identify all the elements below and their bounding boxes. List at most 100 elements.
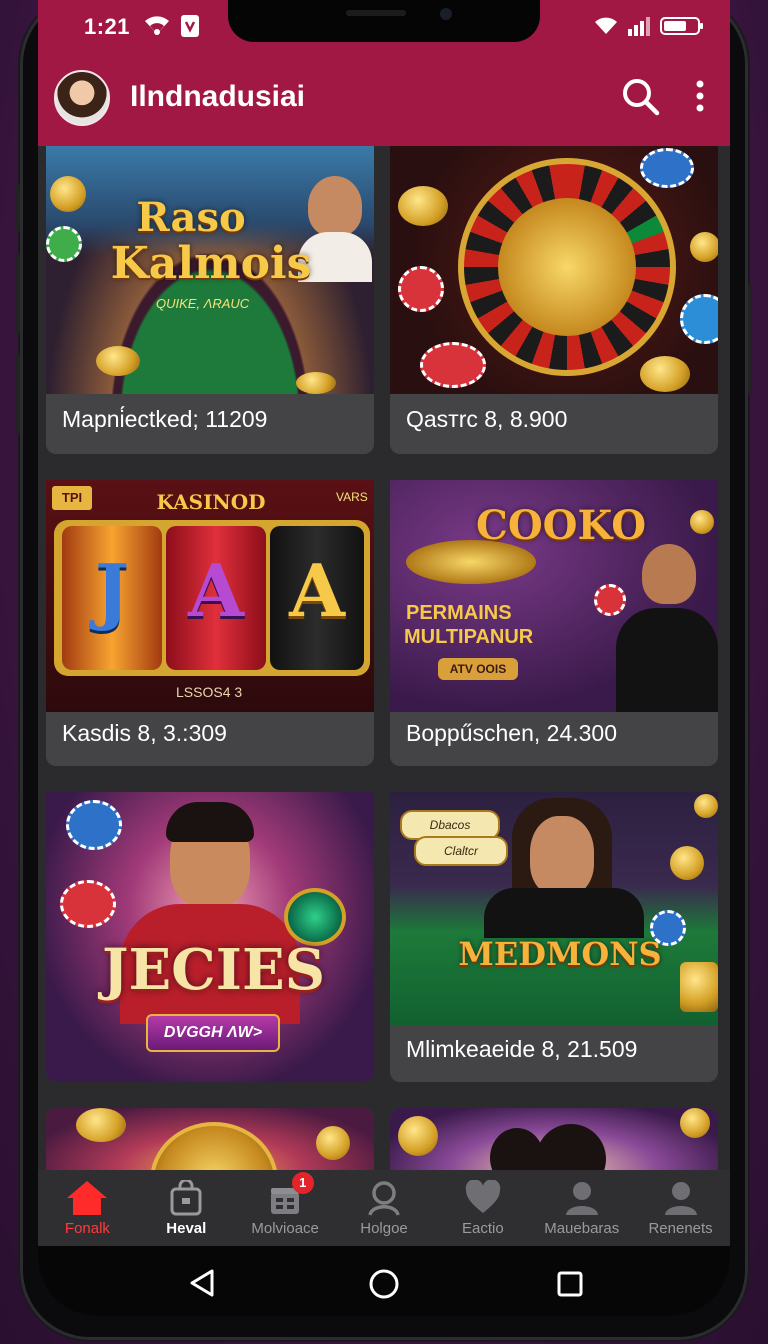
game-thumbnail xyxy=(46,1108,374,1170)
coin-icon xyxy=(76,1108,126,1142)
status-bar: 1:21 xyxy=(38,0,730,58)
chip-icon xyxy=(46,226,82,262)
game-card[interactable] xyxy=(46,1108,374,1170)
camera-notch xyxy=(228,0,540,42)
nav-item-home[interactable]: Fonalk xyxy=(38,1170,137,1246)
wifi-icon xyxy=(145,16,169,35)
chip-icon xyxy=(680,294,718,344)
coin-icon xyxy=(150,1122,278,1170)
nav-item-gift[interactable]: 1 Molvioace xyxy=(236,1170,335,1246)
coin-icon xyxy=(694,794,718,818)
game-caption: Qasтrc 8, 8.900 xyxy=(406,406,568,432)
coin-icon xyxy=(316,1126,350,1160)
nav-label: Renenets xyxy=(648,1220,713,1237)
game-art-title: COOKO xyxy=(476,502,647,549)
coin-icon xyxy=(398,186,448,226)
dealer-figure xyxy=(308,176,362,236)
game-grid: Raso Kalmois QUIKE, ΛRAUC Mapnі́ectked; … xyxy=(38,146,730,1170)
heart-icon xyxy=(465,1180,501,1213)
game-card[interactable]: Qasтrc 8, 8.900 xyxy=(390,146,718,454)
game-caption: Kasdis 8, 3.:309 xyxy=(62,720,227,746)
game-thumbnail: JECIES DVGGH ΛW> xyxy=(46,792,374,1082)
dealer-figure xyxy=(536,1124,606,1170)
home-circle-icon[interactable] xyxy=(368,1268,400,1300)
game-art-ribbon: DVGGH ΛW> xyxy=(146,1014,280,1052)
game-thumbnail: Raso Kalmois QUIKE, ΛRAUC xyxy=(46,146,374,394)
side-button xyxy=(748,284,752,394)
nav-item-bag[interactable]: Heval xyxy=(137,1170,236,1246)
nav-label: Holgoe xyxy=(360,1220,408,1237)
nav-item-search-user[interactable]: Holgoe xyxy=(335,1170,434,1246)
side-button xyxy=(16,254,20,334)
game-thumbnail: Dbacos Claltcr MEDMONS xyxy=(390,792,718,1026)
notification-badge: 1 xyxy=(291,1172,314,1194)
back-icon[interactable] xyxy=(188,1268,216,1298)
game-card[interactable]: JECIES DVGGH ΛW> xyxy=(46,792,374,1082)
bottom-navigation: Fonalk Heval 1 Molvioace Holgoe Eactio M… xyxy=(38,1170,730,1246)
more-vert-icon[interactable] xyxy=(688,78,712,114)
game-caption: Mapnі́ectked; 11209 xyxy=(62,406,268,432)
person-icon xyxy=(565,1182,598,1215)
nav-label: Molvioace xyxy=(251,1220,319,1237)
reel-symbol: A xyxy=(188,548,244,633)
game-art-title: Kalmois xyxy=(110,238,312,289)
game-thumbnail: COOKO PERMAINS MULTIPANUR ATV OOIS xyxy=(390,480,718,712)
nav-item-favorites[interactable]: Eactio xyxy=(433,1170,532,1246)
wifi-icon xyxy=(595,17,617,34)
chip-icon xyxy=(398,266,444,312)
home-icon xyxy=(67,1181,108,1215)
game-art-title: JECIES xyxy=(102,937,326,1003)
game-art-button: ATV OOIS xyxy=(438,658,518,680)
reel-symbol: A xyxy=(289,548,345,633)
nav-item-profile[interactable]: Mauebaras xyxy=(532,1170,631,1246)
nav-label: Fonalk xyxy=(64,1220,110,1237)
coin-icon xyxy=(296,372,336,394)
nav-label: Mauebaras xyxy=(544,1220,620,1237)
status-time: 1:21 xyxy=(84,14,131,39)
coin-icon xyxy=(670,846,704,880)
chip-icon xyxy=(640,148,694,188)
game-card[interactable]: Raso Kalmois QUIKE, ΛRAUC Mapnі́ectked; … xyxy=(46,146,374,454)
game-thumbnail: TPI KASINOD VARS J A A LSSOS4 3 xyxy=(46,480,374,712)
game-caption: Boppűschen, 24.300 xyxy=(406,720,618,746)
phone-screen: 1:21 Ilndnadusiai Raso Kalmois QUIKE, ΛR… xyxy=(38,0,730,1316)
nav-item-more[interactable]: Renenets xyxy=(631,1170,730,1246)
coin-icon xyxy=(96,346,140,376)
coin-icon xyxy=(50,176,86,212)
system-navigation-bar xyxy=(38,1246,730,1316)
avatar[interactable] xyxy=(54,70,110,126)
slot-reels: J A A xyxy=(54,520,370,676)
game-art-title: Raso xyxy=(136,194,246,241)
search-icon[interactable] xyxy=(620,76,660,116)
reel-symbol: J xyxy=(94,548,130,633)
coin-icon xyxy=(690,232,718,262)
game-card[interactable]: Dbacos Claltcr MEDMONS Mlimkeaeide 8, 21… xyxy=(390,792,718,1082)
game-thumbnail xyxy=(390,1108,718,1170)
coin-icon xyxy=(640,356,690,392)
coin-tray xyxy=(406,540,536,584)
recents-icon[interactable] xyxy=(556,1270,584,1298)
game-card[interactable] xyxy=(390,1108,718,1170)
game-card[interactable]: TPI KASINOD VARS J A A LSSOS4 3 Kasdis 8… xyxy=(46,480,374,766)
battery-icon xyxy=(660,17,703,35)
person-icon xyxy=(664,1182,697,1215)
bag-icon xyxy=(170,1180,202,1216)
sim-icon xyxy=(181,15,199,37)
chip-icon xyxy=(420,342,486,388)
chip-icon xyxy=(650,910,686,946)
game-caption: Mlimkeaeide 8, 21.509 xyxy=(406,1036,638,1062)
coin-icon xyxy=(690,510,714,534)
app-title: Ilndnadusiai xyxy=(130,80,306,113)
game-art-title: KASINOD xyxy=(156,490,266,514)
coin-icon xyxy=(398,1116,438,1156)
app-bar: Ilndnadusiai xyxy=(38,58,730,146)
game-thumbnail xyxy=(390,146,718,394)
game-card[interactable]: COOKO PERMAINS MULTIPANUR ATV OOIS Boppű… xyxy=(390,480,718,766)
side-button xyxy=(16,184,20,232)
chip-icon xyxy=(594,584,626,616)
coin-icon xyxy=(680,1108,710,1138)
front-camera xyxy=(440,8,452,20)
nav-label: Eactio xyxy=(462,1220,504,1237)
nav-label: Heval xyxy=(166,1220,207,1237)
coin-stack xyxy=(680,962,718,1012)
